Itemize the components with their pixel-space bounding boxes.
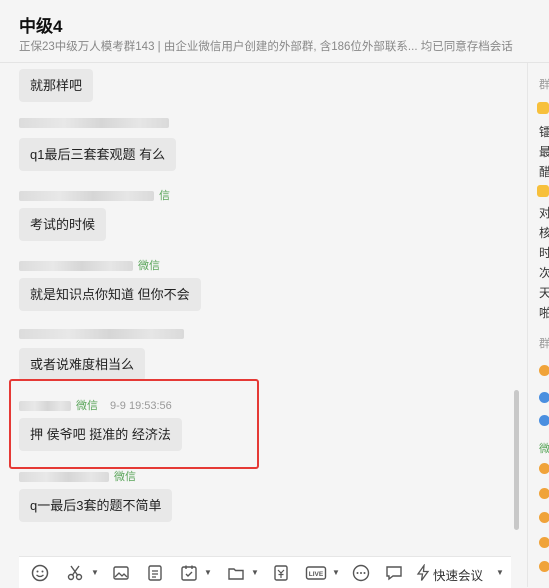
quick-meeting-button[interactable]: 快速会议: [433, 565, 483, 584]
lightning-icon[interactable]: [414, 563, 432, 582]
message-list[interactable]: 就那样吧 q1最后三套套观题 有么 信 考试的时候 微信 就是知识点你知道 但你…: [0, 63, 523, 546]
chat-scrollbar[interactable]: [514, 390, 519, 530]
panel-text: 醋: [539, 163, 549, 180]
blurred-sender-name: [19, 472, 109, 483]
message-sender: [19, 328, 189, 342]
chevron-down-icon[interactable]: ▼: [332, 568, 340, 577]
member-icon: [539, 488, 549, 499]
live-icon[interactable]: LIVE: [305, 564, 327, 582]
group-section-label: 群: [539, 79, 549, 91]
chevron-down-icon[interactable]: ▼: [91, 568, 99, 577]
live-label: LIVE: [309, 571, 324, 578]
message-sender: 微信: [19, 257, 160, 272]
group-section-label: 群: [539, 338, 549, 350]
panel-text: 时: [539, 244, 549, 261]
document-icon[interactable]: [146, 564, 164, 582]
panel-text: 最: [539, 143, 549, 160]
panel-text: 对: [539, 204, 549, 221]
message-bubble[interactable]: 或者说难度相当么: [19, 348, 146, 381]
emoji-icon: [537, 185, 549, 197]
panel-text: 啪: [539, 304, 549, 321]
message-bubble[interactable]: 考试的时候: [19, 208, 107, 241]
chat-record-icon[interactable]: [385, 564, 403, 582]
wechat-tag: 微信: [138, 260, 160, 272]
member-icon: [539, 463, 549, 474]
chevron-down-icon[interactable]: ▼: [496, 568, 504, 577]
scissors-icon[interactable]: [66, 564, 84, 582]
panel-text: 次: [539, 264, 549, 281]
more-icon[interactable]: [352, 564, 370, 582]
input-toolbar: ▼ ▼ ▼ LIVE ▼ 快速会议 ▼: [19, 556, 511, 588]
wechat-tag: 微信: [114, 471, 136, 483]
blurred-sender-name: [19, 191, 154, 202]
member-icon: [539, 561, 549, 572]
message-sender: 信: [19, 187, 170, 202]
blurred-sender-name: [19, 261, 133, 272]
emoji-icon[interactable]: [31, 564, 49, 582]
chevron-down-icon[interactable]: ▼: [204, 568, 212, 577]
member-icon: [539, 415, 549, 426]
red-packet-icon[interactable]: [272, 564, 290, 582]
calendar-check-icon[interactable]: [180, 564, 198, 582]
member-icon: [539, 512, 549, 523]
blurred-sender-name: [19, 118, 169, 129]
message-sender: 微信: [19, 468, 136, 483]
wechat-tag: 信: [159, 190, 170, 202]
message-bubble[interactable]: 就那样吧: [19, 69, 94, 102]
panel-text: 镭: [539, 123, 549, 140]
highlight-box: [9, 379, 259, 469]
message-bubble[interactable]: q一最后3套的题不简单: [19, 489, 173, 522]
image-icon[interactable]: [112, 564, 130, 582]
message-bubble[interactable]: q1最后三套套观题 有么: [19, 138, 177, 171]
message-bubble[interactable]: 就是知识点你知道 但你不会: [19, 278, 201, 311]
group-info-panel[interactable]: 群 镭 最 醋 对 核 时 次 天 啪 群 微: [527, 63, 549, 587]
message-sender: [19, 117, 174, 131]
member-icon: [539, 365, 549, 376]
folder-icon[interactable]: [227, 564, 245, 582]
panel-text: 核: [539, 224, 549, 241]
panel-text: 天: [539, 284, 549, 301]
emoji-icon: [537, 102, 549, 114]
member-icon: [539, 392, 549, 403]
blurred-sender-name: [19, 329, 184, 340]
chevron-down-icon[interactable]: ▼: [251, 568, 259, 577]
chat-title[interactable]: 中级4: [19, 12, 62, 37]
group-section-label: 微: [539, 443, 549, 455]
member-icon: [539, 537, 549, 548]
chat-header: 中级4 正保23中级万人模考群143 | 由企业微信用户创建的外部群, 含186…: [0, 0, 549, 63]
chat-subtitle: 正保23中级万人模考群143 | 由企业微信用户创建的外部群, 含186位外部联…: [19, 41, 513, 53]
